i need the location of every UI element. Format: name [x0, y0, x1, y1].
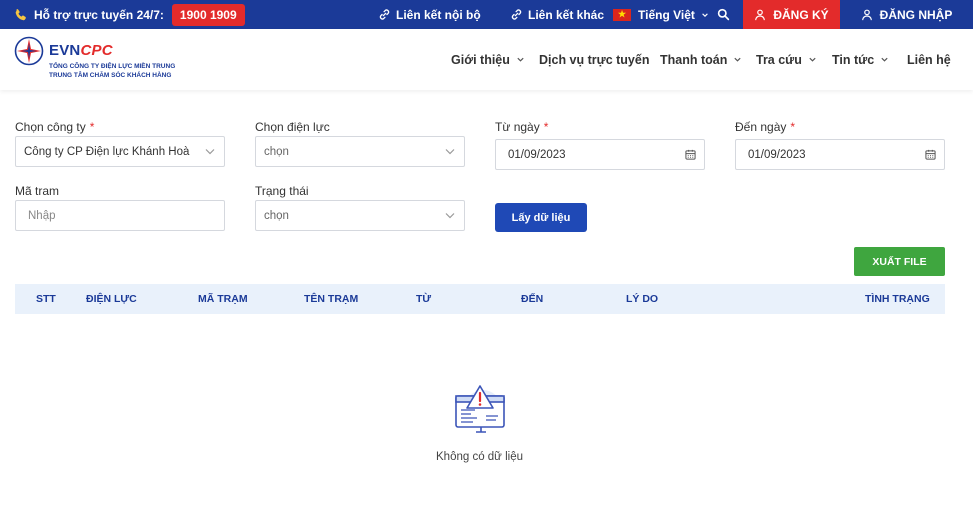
logo-subtitle-2: TRUNG TÂM CHĂM SÓC KHÁCH HÀNG: [49, 72, 172, 79]
search-button[interactable]: [717, 0, 730, 29]
required-mark: *: [543, 120, 549, 134]
column-header-station-code: MÃ TRẠM: [198, 293, 248, 305]
power-select-value: chọn: [264, 145, 289, 158]
column-header-to: ĐẾN: [521, 293, 544, 305]
logo-subtitle-1: TỔNG CÔNG TY ĐIỆN LỰC MIỀN TRUNG: [49, 63, 176, 70]
login-label: ĐĂNG NHẬP: [879, 7, 953, 22]
column-header-status: TÌNH TRẠNG: [865, 293, 930, 305]
column-header-reason: LÝ DO: [626, 293, 659, 305]
company-select[interactable]: Công ty CP Điện lực Khánh Hoà: [15, 136, 225, 167]
from-date-value: 01/09/2023: [508, 148, 566, 161]
register-label: ĐĂNG KÝ: [773, 7, 829, 22]
login-button[interactable]: ĐĂNG NHẬP: [840, 0, 973, 29]
link-icon: [379, 9, 390, 20]
other-link-label: Liên kết khác: [528, 7, 605, 22]
evn-logo-icon: [14, 36, 44, 66]
chevron-down-icon: [445, 213, 455, 219]
station-code-placeholder: Nhập: [28, 209, 56, 222]
search-icon: [717, 8, 730, 21]
station-code-label-text: Mã tram: [15, 184, 60, 198]
internal-link-label: Liên kết nội bộ: [396, 7, 481, 22]
to-date-label: Đến ngày *: [735, 120, 795, 134]
user-icon: [755, 9, 766, 20]
language-selector[interactable]: ★ Tiếng Việt: [613, 0, 709, 29]
nav-item-online-services[interactable]: Dịch vụ trực tuyến: [539, 29, 649, 90]
to-date-input[interactable]: 01/09/2023: [735, 139, 945, 170]
from-date-label-text: Từ ngày: [495, 120, 540, 134]
status-label: Trạng thái: [255, 184, 309, 198]
chevron-down-icon: [809, 57, 816, 62]
required-mark: *: [790, 120, 796, 134]
from-date-label: Từ ngày *: [495, 120, 548, 134]
phone-icon: [15, 8, 26, 20]
export-file-button[interactable]: XUẤT FILE: [854, 247, 945, 276]
nav-about-label: Giới thiệu: [451, 52, 510, 67]
nav-item-lookup[interactable]: Tra cứu: [756, 29, 817, 90]
chevron-down-icon: [445, 149, 455, 155]
link-icon: [511, 9, 522, 20]
logo-name: EVNCPC: [49, 42, 113, 59]
nav-contact-label: Liên hệ: [907, 52, 951, 67]
table-header: STT ĐIỆN LỰC MÃ TRẠM TÊN TRẠM TỪ ĐẾN LÝ …: [15, 284, 945, 314]
top-bar: Hỗ trợ trực tuyến 24/7: 1900 1909 Liên k…: [0, 0, 973, 29]
column-header-from: TỪ: [416, 293, 432, 305]
column-header-power-company: ĐIỆN LỰC: [86, 293, 137, 305]
hotline: Hỗ trợ trực tuyến 24/7: 1900 1909: [14, 0, 245, 29]
from-date-input[interactable]: 01/09/2023: [495, 139, 705, 170]
chevron-down-icon: [205, 149, 215, 155]
power-label: Chọn điện lực: [255, 120, 330, 134]
power-company-select[interactable]: chọn: [255, 136, 465, 167]
nav-item-payment[interactable]: Thanh toán: [660, 29, 742, 90]
hotline-number[interactable]: 1900 1909: [171, 3, 245, 26]
no-data-icon: [455, 385, 505, 433]
main-header: EVNCPC TỔNG CÔNG TY ĐIỆN LỰC MIỀN TRUNG …: [0, 29, 973, 90]
other-link[interactable]: Liên kết khác: [510, 0, 604, 29]
nav-item-news[interactable]: Tin tức: [832, 29, 889, 90]
nav-item-contact[interactable]: Liên hệ: [907, 29, 951, 90]
empty-state-message: Không có dữ liệu: [436, 451, 523, 463]
company-label: Chọn công ty *: [15, 120, 94, 134]
required-mark: *: [89, 120, 95, 134]
logo-evn-text: EVN: [49, 42, 81, 59]
vietnam-flag-icon: ★: [613, 8, 631, 21]
register-button[interactable]: ĐĂNG KÝ: [743, 0, 840, 29]
station-code-input[interactable]: Nhập: [15, 200, 225, 231]
internal-link[interactable]: Liên kết nội bộ: [378, 0, 481, 29]
company-label-text: Chọn công ty: [15, 120, 86, 134]
chevron-down-icon: [702, 12, 708, 17]
hotline-label: Hỗ trợ trực tuyến 24/7:: [34, 7, 164, 22]
nav-item-about[interactable]: Giới thiệu: [451, 29, 525, 90]
calendar-icon: [685, 149, 696, 160]
logo-cpc-text: CPC: [80, 42, 113, 59]
nav-payment-label: Thanh toán: [660, 52, 728, 67]
status-select-value: chọn: [264, 209, 289, 222]
nav-online-services-label: Dịch vụ trực tuyến: [539, 52, 650, 67]
chevron-down-icon: [881, 57, 888, 62]
power-label-text: Chọn điện lực: [255, 120, 330, 134]
to-date-label-text: Đến ngày: [735, 120, 787, 134]
language-label: Tiếng Việt: [638, 7, 695, 22]
nav-lookup-label: Tra cứu: [756, 52, 802, 67]
calendar-icon: [925, 149, 936, 160]
company-select-value: Công ty CP Điện lực Khánh Hoà: [24, 145, 190, 158]
to-date-value: 01/09/2023: [748, 148, 806, 161]
station-code-label: Mã tram: [15, 184, 59, 198]
fetch-data-button[interactable]: Lấy dữ liệu: [495, 203, 587, 232]
chevron-down-icon: [734, 57, 741, 62]
status-select[interactable]: chọn: [255, 200, 465, 231]
evncpc-logo[interactable]: EVNCPC TỔNG CÔNG TY ĐIỆN LỰC MIỀN TRUNG …: [14, 36, 194, 84]
column-header-stt: STT: [36, 293, 56, 305]
column-header-station-name: TÊN TRẠM: [304, 293, 359, 305]
nav-news-label: Tin tức: [832, 52, 875, 67]
user-icon: [861, 9, 872, 20]
chevron-down-icon: [517, 57, 524, 62]
status-label-text: Trạng thái: [255, 184, 309, 198]
